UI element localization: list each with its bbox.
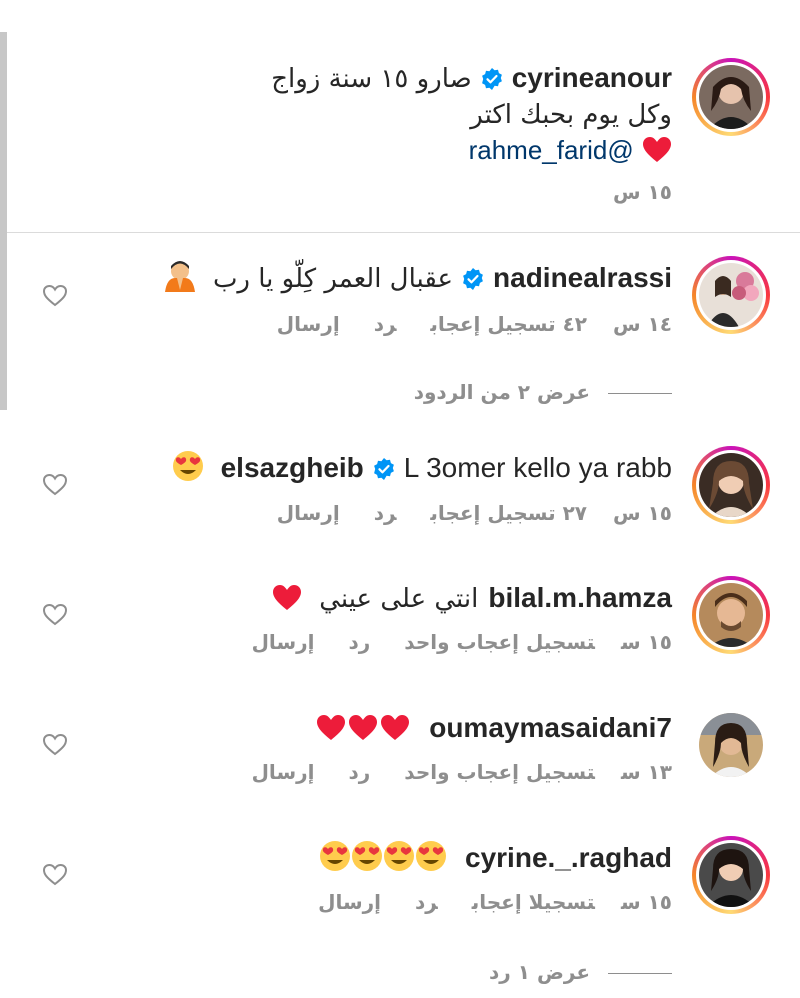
red-heart-emoji-icon — [347, 714, 379, 752]
likes-count[interactable]: ٤٢ تسجيل إعجاب — [430, 312, 587, 336]
username[interactable]: oumaymasaidani7 — [429, 712, 672, 743]
replies-rule — [608, 973, 672, 974]
like-heart-icon[interactable] — [42, 603, 68, 627]
likes-count[interactable]: تسجيل إعجاب واحد — [404, 760, 595, 784]
likes-count[interactable]: تسجيلا إعجاب — [472, 890, 595, 914]
avatar[interactable] — [692, 836, 770, 914]
username[interactable]: nadinealrassi — [493, 262, 672, 293]
like-heart-icon[interactable] — [42, 733, 68, 757]
comment-actions: ١٣ س تسجيل إعجاب واحد رد إرسال — [252, 760, 672, 784]
comment-header: cyrine._.raghad — [319, 840, 672, 882]
caption-line-2: وكل يوم بحبك اكتر — [470, 100, 672, 130]
timestamp: ١٥ س — [613, 501, 672, 525]
timestamp: ١٤ س — [613, 312, 672, 336]
send-button[interactable]: إرسال — [252, 760, 315, 784]
send-button[interactable]: إرسال — [252, 630, 315, 654]
heart-eyes-emoji-icon — [351, 840, 383, 882]
comment-actions: ١٥ س تسجيل إعجاب واحد رد إرسال — [252, 630, 672, 654]
verified-badge-icon — [463, 268, 483, 290]
view-replies-link[interactable]: عرض ١ رد — [489, 960, 672, 984]
heart-eyes-emoji-icon — [383, 840, 415, 882]
username[interactable]: elsazgheib — [221, 452, 364, 483]
comment-text: L 3omer kello ya rabb — [403, 452, 672, 483]
username[interactable]: cyrine._.raghad — [465, 842, 672, 873]
like-heart-icon[interactable] — [42, 473, 68, 497]
avatar[interactable] — [692, 58, 770, 136]
comment-header: oumaymasaidani7 — [315, 710, 672, 752]
avatar[interactable] — [692, 576, 770, 654]
reply-button[interactable]: رد — [374, 312, 397, 336]
red-heart-emoji-icon — [379, 714, 411, 752]
red-heart-emoji-icon — [315, 714, 347, 752]
caption-header: cyrineanour صارو ١٥ سنة زواج — [271, 60, 672, 97]
timestamp: ١٣ س — [620, 760, 672, 784]
avatar[interactable] — [692, 446, 770, 524]
red-heart-emoji-icon — [642, 136, 672, 174]
comment-text: عقبال العمر كِلّو يا رب — [212, 264, 454, 294]
timestamp: ١٥ س — [620, 890, 672, 914]
timestamp: ١٥ س — [613, 180, 672, 204]
comment-header: nadinealrassi عقبال العمر كِلّو يا رب — [163, 260, 672, 302]
replies-rule — [608, 393, 672, 394]
likes-count[interactable]: تسجيل إعجاب واحد — [404, 630, 595, 654]
comment-actions: ١٥ س ٢٧ تسجيل إعجاب رد إرسال — [277, 501, 672, 525]
caption-line-3: @rahme_farid — [469, 132, 672, 174]
praying-person-emoji-icon — [163, 260, 197, 302]
reply-button[interactable]: رد — [348, 630, 370, 654]
caption-divider — [7, 232, 800, 233]
thread-indicator-bar — [0, 32, 7, 410]
caption-meta: ١٥ س — [613, 180, 672, 204]
caption-line-1: صارو ١٥ سنة زواج — [271, 64, 472, 94]
comment-header: bilal.m.hamza انتي على عيني — [271, 580, 672, 622]
verified-badge-icon — [373, 458, 394, 480]
reply-button[interactable]: رد — [415, 890, 438, 914]
verified-badge-icon — [481, 68, 502, 90]
timestamp: ١٥ س — [620, 630, 672, 654]
like-heart-icon[interactable] — [42, 284, 68, 308]
username[interactable]: cyrineanour — [512, 62, 672, 93]
heart-eyes-emoji-icon — [415, 840, 447, 882]
view-replies-link[interactable]: عرض ٢ من الردود — [414, 380, 672, 404]
avatar[interactable] — [692, 706, 770, 784]
send-button[interactable]: إرسال — [277, 501, 340, 525]
comment-header: elsazgheib L 3omer kello ya rabb — [172, 450, 672, 492]
avatar[interactable] — [692, 256, 770, 334]
heart-eyes-emoji-icon — [172, 450, 204, 492]
reply-button[interactable]: رد — [374, 501, 397, 525]
like-heart-icon[interactable] — [42, 863, 68, 887]
likes-count[interactable]: ٢٧ تسجيل إعجاب — [430, 501, 587, 525]
send-button[interactable]: إرسال — [318, 890, 381, 914]
reply-button[interactable]: رد — [348, 760, 370, 784]
send-button[interactable]: إرسال — [277, 312, 340, 336]
comment-actions: ١٥ س تسجيلا إعجاب رد إرسال — [318, 890, 672, 914]
heart-eyes-emoji-icon — [319, 840, 351, 882]
red-heart-emoji-icon — [271, 584, 303, 622]
comment-text: انتي على عيني — [319, 584, 479, 614]
username[interactable]: bilal.m.hamza — [488, 582, 672, 613]
mention-link[interactable]: @rahme_farid — [469, 135, 634, 165]
comment-actions: ١٤ س ٤٢ تسجيل إعجاب رد إرسال — [277, 312, 672, 336]
